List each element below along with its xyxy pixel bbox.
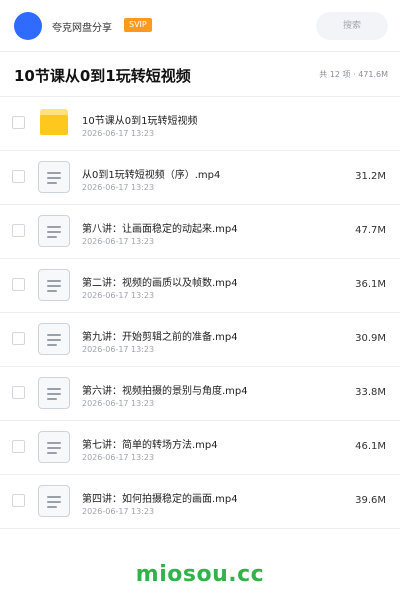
top-bar: 夸克网盘分享 SVIP — [0, 0, 400, 52]
list-item[interactable]: 第八讲：让画面稳定的动起来.mp4 2026-06-17 13:23 47.7M — [0, 205, 400, 259]
file-date: 2026-06-17 13:23 — [82, 291, 155, 300]
file-list: 10节课从0到1玩转短视频 2026-06-17 13:23 从0到1玩转短视频… — [0, 97, 400, 529]
list-item[interactable]: 第四讲：如何拍摄稳定的画面.mp4 2026-06-17 13:23 39.6M — [0, 475, 400, 529]
select-checkbox[interactable] — [12, 386, 25, 399]
search-input[interactable] — [316, 12, 388, 40]
file-size: 39.6M — [355, 495, 386, 506]
video-file-icon — [38, 323, 70, 355]
select-checkbox[interactable] — [12, 494, 25, 507]
list-item[interactable]: 第七讲：简单的转场方法.mp4 2026-06-17 13:23 46.1M — [0, 421, 400, 475]
file-name[interactable]: 10节课从0到1玩转短视频 — [82, 112, 197, 127]
select-checkbox[interactable] — [12, 332, 25, 345]
video-file-icon — [38, 485, 70, 517]
list-item[interactable]: 10节课从0到1玩转短视频 2026-06-17 13:23 — [0, 97, 400, 151]
select-checkbox[interactable] — [12, 116, 25, 129]
video-file-icon — [38, 269, 70, 301]
list-item[interactable]: 第二讲：视频的画质以及帧数.mp4 2026-06-17 13:23 36.1M — [0, 259, 400, 313]
select-checkbox[interactable] — [12, 440, 25, 453]
file-size: 31.2M — [355, 171, 386, 182]
file-date: 2026-06-17 13:23 — [82, 399, 155, 408]
page-title: 10节课从0到1玩转短视频 — [14, 67, 191, 85]
vip-badge: SVIP — [124, 18, 152, 32]
file-size: 30.9M — [355, 333, 386, 344]
file-size: 46.1M — [355, 441, 386, 452]
select-checkbox[interactable] — [12, 170, 25, 183]
file-size: 36.1M — [355, 279, 386, 290]
file-date: 2026-06-17 13:23 — [82, 129, 155, 138]
avatar[interactable] — [14, 12, 42, 40]
file-name[interactable]: 第六讲：视频拍摄的景别与角度.mp4 — [82, 382, 248, 397]
folder-icon — [40, 109, 68, 135]
video-file-icon — [38, 215, 70, 247]
file-size: 33.8M — [355, 387, 386, 398]
folder-heading: 10节课从0到1玩转短视频 共 12 项 · 471.6M — [0, 52, 400, 97]
select-checkbox[interactable] — [12, 278, 25, 291]
video-file-icon — [38, 377, 70, 409]
list-item[interactable]: 第九讲：开始剪辑之前的准备.mp4 2026-06-17 13:23 30.9M — [0, 313, 400, 367]
file-date: 2026-06-17 13:23 — [82, 453, 155, 462]
file-name[interactable]: 第二讲：视频的画质以及帧数.mp4 — [82, 274, 238, 289]
file-name[interactable]: 第八讲：让画面稳定的动起来.mp4 — [82, 220, 238, 235]
file-name[interactable]: 从0到1玩转短视频（序）.mp4 — [82, 166, 220, 181]
video-file-icon — [38, 431, 70, 463]
file-date: 2026-06-17 13:23 — [82, 237, 155, 246]
file-date: 2026-06-17 13:23 — [82, 507, 155, 516]
file-name[interactable]: 第七讲：简单的转场方法.mp4 — [82, 436, 218, 451]
list-item[interactable]: 第六讲：视频拍摄的景别与角度.mp4 2026-06-17 13:23 33.8… — [0, 367, 400, 421]
file-name[interactable]: 第四讲：如何拍摄稳定的画面.mp4 — [82, 490, 238, 505]
item-count-summary: 共 12 项 · 471.6M — [319, 70, 388, 79]
file-name[interactable]: 第九讲：开始剪辑之前的准备.mp4 — [82, 328, 238, 343]
share-title: 夸克网盘分享 — [52, 23, 112, 34]
file-date: 2026-06-17 13:23 — [82, 345, 155, 354]
select-checkbox[interactable] — [12, 224, 25, 237]
video-file-icon — [38, 161, 70, 193]
list-item[interactable]: 从0到1玩转短视频（序）.mp4 2026-06-17 13:23 31.2M — [0, 151, 400, 205]
watermark-brand: miosou.cc — [135, 562, 265, 587]
file-date: 2026-06-17 13:23 — [82, 183, 155, 192]
file-size: 47.7M — [355, 225, 386, 236]
